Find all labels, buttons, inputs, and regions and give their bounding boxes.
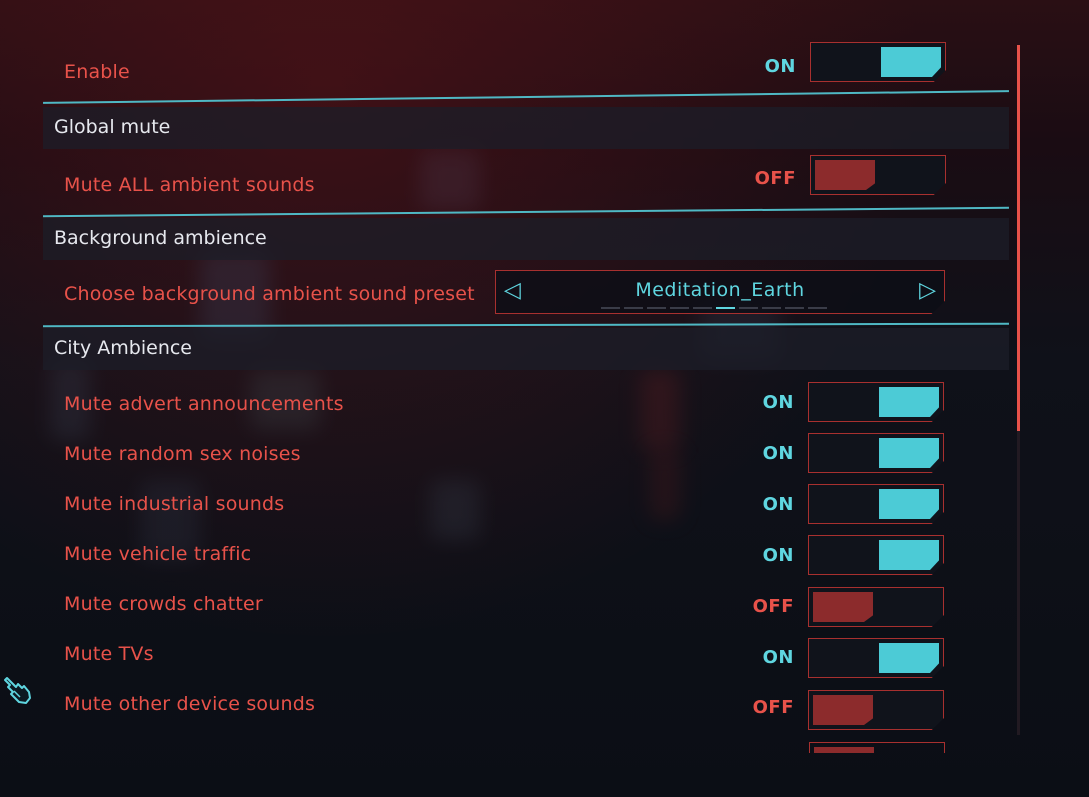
toggle-knob	[815, 160, 875, 190]
toggle-tvs[interactable]	[808, 638, 944, 678]
setting-label: Mute ALL ambient sounds	[64, 174, 315, 196]
setting-label: Choose background ambient sound preset	[64, 283, 475, 305]
page-dot	[670, 307, 689, 309]
hand-cursor-icon	[4, 677, 31, 704]
preset-page-indicator	[601, 307, 827, 309]
setting-label: Mute TVs	[64, 643, 154, 665]
page-dot	[647, 307, 666, 309]
section-global-mute: Global mute	[43, 107, 1009, 149]
toggle-knob	[879, 438, 939, 468]
toggle-devices[interactable]	[808, 690, 944, 730]
page-dot	[808, 307, 827, 309]
toggle-knob	[879, 540, 939, 570]
preset-selector[interactable]: ◁ Meditation_Earth ▷	[495, 270, 945, 314]
toggle-knob	[813, 592, 873, 622]
setting-label: Mute other device sounds	[64, 693, 316, 715]
section-background-ambience: Background ambience	[43, 218, 1009, 260]
toggle-knob	[814, 747, 874, 753]
page-dot	[785, 307, 804, 309]
setting-label: Mute industrial sounds	[64, 493, 285, 515]
toggle-knob	[813, 695, 873, 725]
setting-label: Mute crowds chatter	[64, 593, 263, 615]
toggle-state: ON	[762, 392, 794, 413]
setting-label: Mute advert announcements	[64, 393, 344, 415]
page-dot-active	[716, 307, 735, 309]
divider	[42, 322, 1010, 328]
page-dot	[739, 307, 758, 309]
toggle-state: ON	[762, 545, 794, 566]
toggle-state: ON	[762, 494, 794, 515]
toggle-state-enable: ON	[764, 56, 796, 77]
page-dot	[624, 307, 643, 309]
setting-label: Mute random sex noises	[64, 443, 301, 465]
toggle-state: OFF	[752, 697, 794, 718]
section-title: City Ambience	[54, 337, 192, 359]
preset-value: Meditation_Earth	[635, 279, 805, 301]
toggle-state: ON	[762, 443, 794, 464]
toggle-industrial[interactable]	[808, 484, 944, 524]
setting-label: Mute vehicle traffic	[64, 543, 252, 565]
section-city-ambience: City Ambience	[43, 328, 1009, 370]
settings-screen: Enable ON Global mute Mute ALL ambient s…	[0, 0, 1089, 797]
page-dot	[601, 307, 620, 309]
toggle-crowds[interactable]	[808, 587, 944, 627]
arrow-right-icon[interactable]: ▷	[919, 278, 936, 303]
section-title: Background ambience	[54, 227, 267, 249]
page-dot	[693, 307, 712, 309]
toggle-knob	[881, 47, 941, 77]
toggle-knob	[879, 643, 939, 673]
toggle-partial[interactable]	[809, 742, 945, 753]
toggle-traffic[interactable]	[808, 535, 944, 575]
toggle-state: ON	[762, 647, 794, 668]
toggle-adverts[interactable]	[808, 382, 944, 422]
toggle-state: OFF	[752, 596, 794, 617]
toggle-sex-noises[interactable]	[808, 433, 944, 473]
toggle-state: OFF	[754, 168, 796, 189]
page-dot	[762, 307, 781, 309]
toggle-knob	[879, 387, 939, 417]
scrollbar-thumb[interactable]	[1017, 45, 1020, 431]
setting-label-enable: Enable	[64, 61, 130, 83]
toggle-knob	[879, 489, 939, 519]
toggle-enable[interactable]	[810, 42, 946, 82]
section-title: Global mute	[54, 116, 171, 138]
toggle-mute-all[interactable]	[810, 155, 946, 195]
